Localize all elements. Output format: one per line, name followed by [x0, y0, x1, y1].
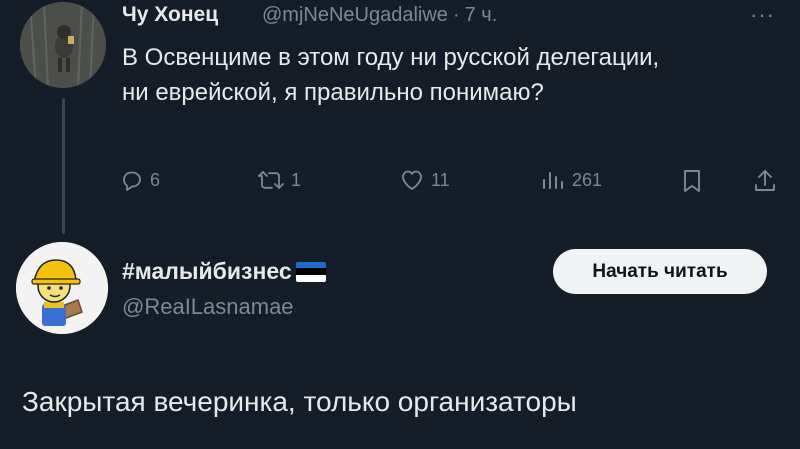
meta-separator: ·: [452, 4, 460, 26]
views-count: 261: [572, 169, 603, 190]
author-handle[interactable]: @mjNeNeUgadaliwe: [262, 4, 448, 26]
reply-count: 6: [150, 169, 161, 190]
thread-connector: [62, 98, 65, 234]
tweet-time[interactable]: 7 ч.: [465, 4, 498, 26]
views-icon: [543, 172, 563, 189]
repost-icon: [258, 171, 284, 189]
author-name[interactable]: #малыйбизнес: [122, 258, 326, 285]
avatar-image: [20, 2, 106, 88]
bookmark-button[interactable]: [680, 168, 704, 194]
author-avatar[interactable]: [16, 242, 108, 334]
tweet-meta: @mjNeNeUgadaliwe · 7 ч.: [262, 4, 502, 27]
like-button[interactable]: 11: [399, 168, 450, 192]
bookmark-icon: [684, 170, 700, 192]
author-name-text: #малыйбизнес: [122, 258, 292, 284]
tweet-text: В Освенциме в этом году ни русской делег…: [122, 44, 660, 106]
estonia-flag-icon: [295, 261, 326, 282]
repost-count: 1: [291, 169, 302, 190]
share-icon: [755, 170, 775, 191]
views-button[interactable]: 261: [540, 168, 602, 192]
author-handle[interactable]: @ReaILasnamae: [122, 294, 294, 320]
heart-icon: [402, 170, 422, 190]
follow-button[interactable]: Начать читать: [553, 249, 767, 294]
reply-icon: [123, 171, 141, 191]
reply-button[interactable]: 6: [120, 168, 160, 192]
avatar-image: [16, 242, 108, 334]
repost-button[interactable]: 1: [257, 168, 301, 192]
tweet-text: Закрытая вечеринка, только организаторы: [22, 386, 577, 417]
more-options-icon[interactable]: ···: [750, 2, 775, 28]
author-name[interactable]: Чу Хонец: [122, 3, 218, 27]
share-button[interactable]: [752, 168, 778, 194]
author-avatar[interactable]: [20, 2, 106, 88]
like-count: 11: [431, 169, 450, 190]
